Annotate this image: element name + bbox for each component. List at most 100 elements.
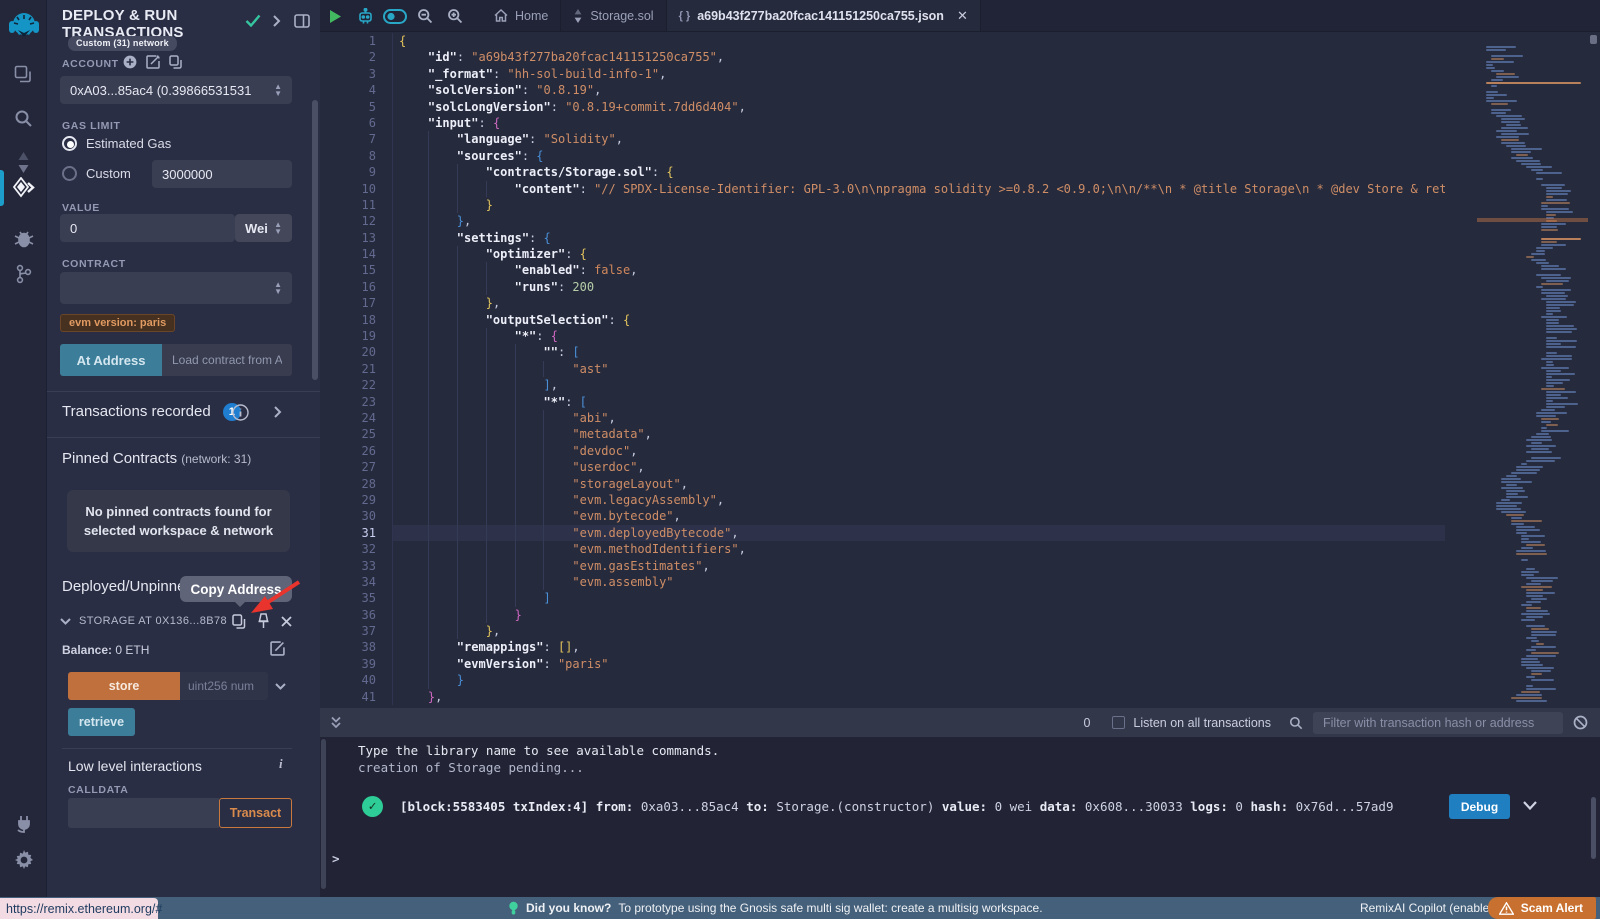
terminal-toolbar: 0 Listen on all transactions Filter with…: [320, 708, 1600, 737]
remix-logo-icon[interactable]: [0, 6, 47, 50]
code-line: "enabled": false,: [393, 262, 1445, 278]
line-number: 25: [320, 426, 392, 442]
expand-store-chevron-icon[interactable]: [275, 683, 286, 690]
line-number: 26: [320, 443, 392, 459]
terminal-scrollbar-thumb[interactable]: [1591, 797, 1596, 859]
code-line: "settings": {: [393, 230, 1445, 246]
value-input[interactable]: 0: [60, 214, 235, 242]
listen-transactions-checkbox[interactable]: [1112, 716, 1125, 729]
ai-copilot-robot-icon[interactable]: [350, 0, 380, 32]
divider: [62, 748, 292, 749]
store-function-button[interactable]: store: [68, 672, 180, 700]
expand-terminal-chevrons-icon[interactable]: [330, 716, 342, 729]
code-line: "storageLayout",: [393, 476, 1445, 492]
lightbulb-icon: [508, 901, 519, 916]
value-unit-stepper[interactable]: ▲▼: [274, 221, 282, 235]
line-number: 3: [320, 66, 392, 82]
add-account-icon[interactable]: [123, 55, 137, 69]
zoom-out-icon[interactable]: [410, 0, 440, 32]
code-line: "userdoc",: [393, 459, 1445, 475]
line-number-gutter: 1234567891011121314151617181920212223242…: [320, 33, 392, 705]
transactions-recorded-row[interactable]: Transactions recorded 1: [62, 403, 241, 422]
contract-select[interactable]: ▲▼: [60, 272, 292, 304]
copilot-toggle[interactable]: [380, 0, 410, 32]
code-line: "solcVersion": "0.8.19",: [393, 82, 1445, 98]
account-stepper[interactable]: ▲▼: [274, 83, 282, 97]
run-script-play-icon[interactable]: [320, 0, 350, 32]
source-control-icon[interactable]: [0, 256, 47, 292]
settings-gear-icon[interactable]: [0, 842, 47, 878]
zoom-in-icon[interactable]: [440, 0, 470, 32]
code-editor[interactable]: 1234567891011121314151617181920212223242…: [320, 32, 1600, 708]
code-line: ]: [393, 590, 1445, 606]
plugin-manager-icon[interactable]: [0, 805, 47, 841]
calldata-input[interactable]: [68, 798, 219, 828]
run-next-chevron-icon[interactable]: [272, 15, 281, 27]
line-number: 28: [320, 476, 392, 492]
code-line: "remappings": [],: [393, 639, 1445, 655]
editor-scrollbar-thumb[interactable]: [1590, 35, 1597, 44]
transaction-filter-input[interactable]: Filter with transaction hash or address: [1313, 712, 1563, 734]
line-number: 29: [320, 492, 392, 508]
tab-storage-sol[interactable]: Storage.sol: [561, 0, 666, 31]
clear-console-icon[interactable]: [1573, 715, 1588, 730]
line-number: 38: [320, 639, 392, 655]
deploy-and-run-icon[interactable]: [0, 168, 47, 208]
debugger-icon[interactable]: [0, 220, 47, 256]
terminal[interactable]: Type the library name to see available c…: [320, 737, 1600, 897]
value-unit-select[interactable]: Wei ▲▼: [235, 214, 292, 242]
transaction-log-row[interactable]: ✓ [block:5583405 txIndex:4] from: 0xa03.…: [320, 793, 1600, 821]
icon-rail: [0, 0, 47, 897]
account-select[interactable]: 0xA03...85ac4 (0.39866531531 ▲▼: [60, 76, 292, 104]
at-address-button[interactable]: At Address: [60, 344, 162, 376]
terminal-line: creation of Storage pending...: [358, 760, 584, 775]
code-line: },: [393, 213, 1445, 229]
tx-success-check-icon: ✓: [362, 796, 383, 817]
line-number: 7: [320, 131, 392, 147]
copilot-status[interactable]: RemixAI Copilot (enabled): [1360, 901, 1500, 915]
code-line: {: [393, 33, 1445, 49]
code-line: },: [393, 295, 1445, 311]
sign-message-icon[interactable]: [146, 55, 160, 69]
contract-stepper[interactable]: ▲▼: [274, 281, 282, 295]
close-tab-icon[interactable]: ✕: [957, 8, 968, 24]
line-number: 15: [320, 262, 392, 278]
file-explorer-icon[interactable]: [0, 56, 47, 92]
custom-gas-option[interactable]: Custom: [62, 166, 131, 181]
at-address-input[interactable]: Load contract from Addre: [162, 344, 292, 376]
custom-gas-input[interactable]: 3000000: [152, 160, 292, 188]
pin-panel-icon[interactable]: [294, 14, 310, 28]
debug-button[interactable]: Debug: [1449, 794, 1510, 819]
divider: [47, 437, 320, 438]
editor-minimap[interactable]: [1477, 32, 1588, 708]
code-line: "evm.bytecode",: [393, 508, 1445, 524]
account-label: ACCOUNT: [62, 58, 119, 70]
line-number: 16: [320, 279, 392, 295]
copy-account-icon[interactable]: [169, 55, 182, 69]
transactions-info-icon[interactable]: [232, 404, 249, 421]
low-level-interactions-title: Low level interactions: [68, 758, 202, 774]
code-line: "evm.gasEstimates",: [393, 558, 1445, 574]
collapse-chevron-icon[interactable]: [60, 618, 71, 625]
editor-tabbar: Home Storage.sol { } a69b43f277ba20fcac1…: [320, 0, 1600, 32]
tab-build-info-json[interactable]: { } a69b43f277ba20fcac141151250ca755.jso…: [667, 0, 981, 31]
search-icon[interactable]: [0, 100, 47, 136]
retrieve-function-button[interactable]: retrieve: [68, 708, 135, 736]
estimated-gas-option[interactable]: Estimated Gas: [62, 136, 171, 151]
store-arg-input[interactable]: uint256 num: [180, 672, 268, 700]
panel-scrollbar[interactable]: [312, 100, 318, 380]
low-level-info-icon[interactable]: i: [279, 756, 283, 772]
terminal-prompt[interactable]: >: [332, 851, 340, 866]
estimated-gas-radio[interactable]: [62, 136, 77, 151]
scam-alert-badge[interactable]: Scam Alert: [1488, 897, 1596, 919]
transact-button[interactable]: Transact: [219, 798, 292, 828]
pending-tx-count: 0: [1083, 716, 1090, 730]
transactions-expand-chevron-icon[interactable]: [273, 406, 282, 418]
contract-instance-title: STORAGE AT 0X136...8B78: [79, 615, 227, 627]
edit-balance-icon[interactable]: [270, 641, 285, 656]
expand-tx-chevron-icon[interactable]: [1523, 801, 1537, 810]
custom-gas-radio[interactable]: [62, 166, 77, 181]
code-line: "*": {: [393, 328, 1445, 344]
tab-home[interactable]: Home: [482, 0, 561, 31]
terminal-search-icon[interactable]: [1289, 716, 1303, 730]
